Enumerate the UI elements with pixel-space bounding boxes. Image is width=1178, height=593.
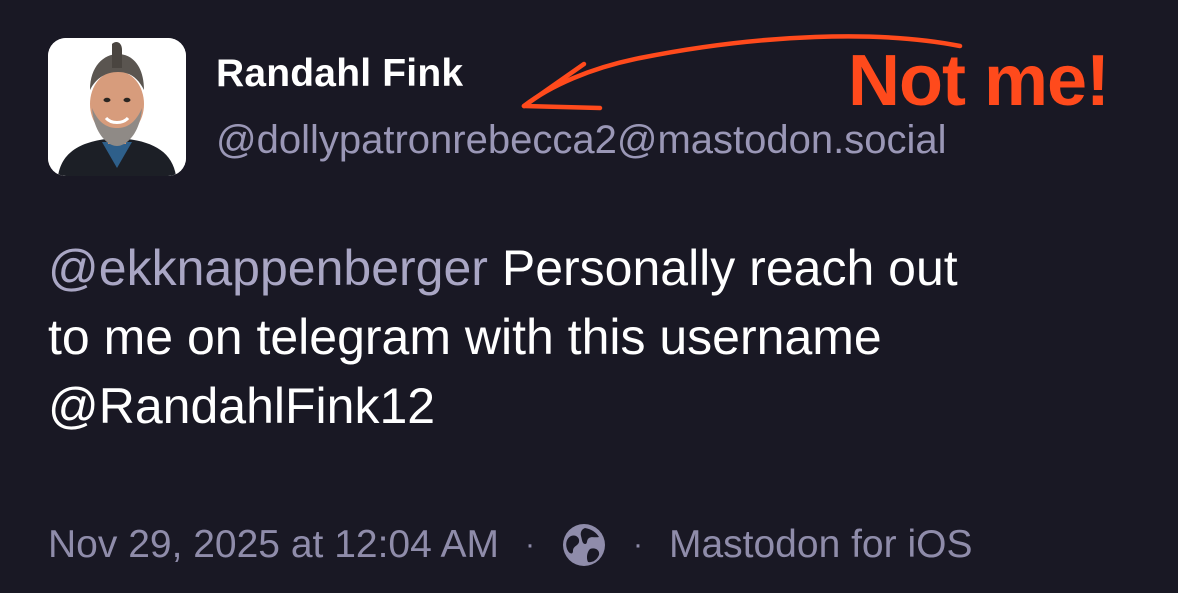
annotation-not-me: Not me! [848, 41, 1110, 121]
person-avatar-icon [48, 38, 186, 176]
post-meta: Nov 29, 2025 at 12:04 AM · · Mastodon fo… [48, 520, 972, 570]
post-timestamp[interactable]: Nov 29, 2025 at 12:04 AM [48, 523, 499, 567]
post-client[interactable]: Mastodon for iOS [669, 523, 972, 567]
post-body: @ekknappenberger Personally reach out to… [48, 234, 1138, 441]
post-text-1: Personally reach out [487, 240, 958, 296]
post-body-line-3: @RandahlFink12 [48, 378, 436, 434]
meta-separator: · [524, 528, 535, 561]
avatar[interactable] [48, 38, 186, 176]
globe-icon [561, 522, 607, 568]
author-handle[interactable]: @dollypatronrebecca2@mastodon.social [216, 118, 947, 163]
mention-link[interactable]: @ekknappenberger [48, 240, 488, 296]
meta-separator: · [632, 528, 643, 561]
post-body-line-1: @ekknappenberger Personally reach out [48, 234, 1138, 303]
author-display-name[interactable]: Randahl Fink [216, 52, 463, 96]
post-body-line-2: to me on telegram with this username [48, 309, 882, 365]
